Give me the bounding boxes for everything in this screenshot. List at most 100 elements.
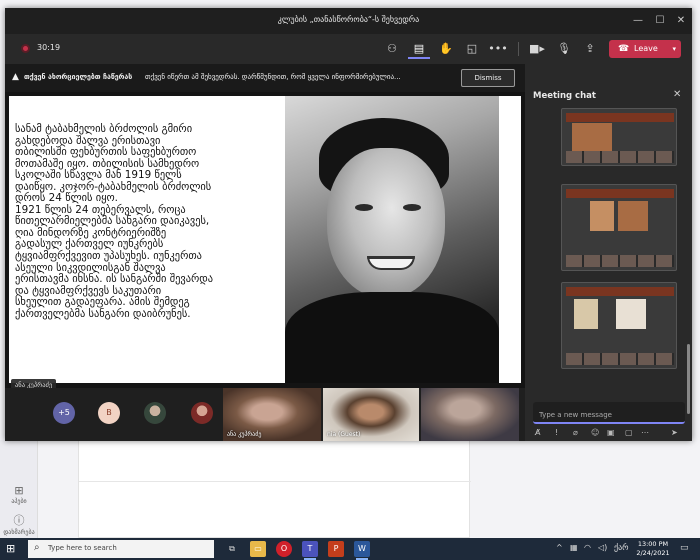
presentation-slide: სანამ ტაბახმელის ბრძოლის გმირი გახდებოდა … xyxy=(9,96,521,383)
video-tile[interactable]: nia (Guest) xyxy=(323,388,419,441)
slide-text-line: სკოლაში სწავლა მან 1919 წელს xyxy=(15,169,182,182)
chevron-down-icon[interactable]: ▾ xyxy=(672,40,676,58)
chat-scrollbar[interactable] xyxy=(687,344,690,414)
thumb-picture xyxy=(618,201,648,231)
participants-button[interactable]: ⚇ xyxy=(381,39,403,59)
teams-icon[interactable]: T xyxy=(302,541,318,560)
minimize-button[interactable]: — xyxy=(627,12,649,30)
help-icon: ⓘ xyxy=(13,514,25,527)
video-tile[interactable] xyxy=(421,388,519,441)
phone-hangup-icon: ☎ xyxy=(618,44,630,54)
more-participants-avatar[interactable]: +5 xyxy=(53,402,75,424)
thumb-header xyxy=(566,189,674,198)
thumb-picture xyxy=(616,299,646,329)
send-icon[interactable]: ➤ xyxy=(671,428,678,437)
photo-eye-right xyxy=(403,204,421,211)
chat-message-field[interactable] xyxy=(533,402,685,425)
chat-image-message[interactable]: ↩ xyxy=(561,282,677,369)
raise-hand-icon: ✋ xyxy=(439,42,453,55)
apps-label: აპები xyxy=(11,498,27,505)
meeting-timer: 30:19 xyxy=(37,43,61,52)
thumb-strip xyxy=(566,255,674,267)
sticker-icon[interactable]: ▢ xyxy=(625,428,633,437)
thumb-picture xyxy=(574,299,598,329)
chat-icon: ▤ xyxy=(413,42,425,55)
system-clock[interactable]: 13:00 PM 2/24/2021 xyxy=(632,540,674,558)
background-document xyxy=(78,440,471,538)
language-indicator[interactable]: ქარ xyxy=(614,543,629,552)
opera-icon[interactable]: O xyxy=(276,541,292,557)
recording-notice: ▲ თქვენ ახორციელებთ ჩაწერას თქვენ იწერთ … xyxy=(5,64,525,92)
task-view-icon[interactable]: ⧉ xyxy=(224,541,240,557)
attach-icon[interactable]: ⌀ xyxy=(573,428,578,437)
chat-tools: A̸ ! ⌀ ☺ ▣ ▢ ⋯ ➤ xyxy=(533,428,685,440)
windows-start-icon[interactable]: ⊞ xyxy=(6,543,18,555)
warning-icon: ▲ xyxy=(12,72,19,82)
video-tile[interactable]: ანა კუპრაძე xyxy=(223,388,321,441)
help-label: დახმარება xyxy=(3,529,35,536)
title-bar: კლუბის „თანასწორობა“-ს შეხვედრა — ☐ ✕ xyxy=(5,8,692,34)
powerpoint-icon[interactable]: P xyxy=(328,541,344,557)
chat-image-message[interactable]: ↩ xyxy=(561,184,677,271)
window-title: კლუბის „თანასწორობა“-ს შეხვედრა xyxy=(277,15,420,24)
file-explorer-icon[interactable]: ▭ xyxy=(250,541,266,557)
maximize-button[interactable]: ☐ xyxy=(649,12,671,30)
important-icon[interactable]: ! xyxy=(555,428,558,437)
chat-input[interactable] xyxy=(533,405,685,425)
meeting-chat-panel: Meeting chat ✕ ↩ ↩ xyxy=(525,64,692,441)
more-button[interactable]: ••• xyxy=(487,39,509,59)
notice-title: თქვენ ახორციელებთ ჩაწერას xyxy=(24,73,133,81)
gif-icon[interactable]: ▣ xyxy=(607,428,615,437)
search-icon: ⌕ xyxy=(34,542,40,553)
slide-text-line: სანამ ტაბახმელის ბრძოლის გმირი xyxy=(15,123,193,135)
leave-button[interactable]: ☎ Leave ▾ xyxy=(609,40,681,58)
slide-text-line: თბილისში ფეხბურთის საფეხბურთო xyxy=(15,146,197,159)
app-rail: ⊞ აპები ⓘ დახმარება xyxy=(0,440,38,538)
notification-icon[interactable]: ▭ xyxy=(680,543,689,553)
share-button[interactable]: ⇪ xyxy=(579,39,601,59)
chat-button[interactable]: ▤ xyxy=(408,39,430,59)
help-rail-item[interactable]: ⓘ დახმარება xyxy=(0,512,38,536)
screen: ⊞ აპები ⓘ დახმარება კლუბის „თანასწორობა“… xyxy=(0,0,700,560)
slide-text-line: ერისთავმა იხსნა. ის სანგარში შევარდა xyxy=(15,273,214,286)
apps-icon: ⊞ xyxy=(14,484,24,497)
participant-avatar-b[interactable]: B xyxy=(98,402,120,424)
photo-eye-left xyxy=(355,204,373,211)
windows-taskbar: ⊞ ⌕ Type here to search ⧉ ▭ O T P W ^ ▦ … xyxy=(0,538,700,560)
thumb-strip xyxy=(566,151,674,163)
tile-name: nia (Guest) xyxy=(327,431,361,438)
wifi-icon[interactable]: ◠ xyxy=(584,543,591,552)
participant-avatar-photo[interactable] xyxy=(144,402,166,424)
photo-smile xyxy=(367,256,415,270)
mic-button[interactable]: 🎙 xyxy=(553,39,575,59)
network-icon[interactable]: ▦ xyxy=(570,543,578,552)
shared-screen: სანამ ტაბახმელის ბრძოლის გმირი გახდებოდა … xyxy=(5,92,525,392)
rooms-button[interactable]: ◱ xyxy=(461,39,483,59)
taskbar-search-text: Type here to search xyxy=(48,544,117,552)
apps-rail-item[interactable]: ⊞ აპები xyxy=(0,484,38,505)
meeting-window: კლუბის „თანასწორობა“-ს შეხვედრა — ☐ ✕ 30… xyxy=(5,8,692,441)
tray-chevron-icon[interactable]: ^ xyxy=(556,543,563,552)
word-icon[interactable]: W xyxy=(354,541,370,560)
clock-date: 2/24/2021 xyxy=(636,549,670,557)
camera-button[interactable]: ■▸ xyxy=(526,39,548,59)
emoji-icon[interactable]: ☺ xyxy=(591,428,599,437)
notice-message: თქვენ იწერთ ამ შეხვედრას. დარწმუნდით, რო… xyxy=(145,73,401,81)
format-icon[interactable]: A̸ xyxy=(535,428,540,437)
divider xyxy=(79,481,471,482)
raise-hand-button[interactable]: ✋ xyxy=(435,39,457,59)
participant-avatar-photo[interactable] xyxy=(191,402,213,424)
more-icon: ••• xyxy=(488,42,508,55)
camera-icon: ■▸ xyxy=(529,42,545,55)
thumb-picture xyxy=(572,123,612,151)
dismiss-button[interactable]: Dismiss xyxy=(461,69,515,87)
chat-close-icon[interactable]: ✕ xyxy=(673,89,681,100)
more-options-icon[interactable]: ⋯ xyxy=(641,428,649,437)
thumb-header xyxy=(566,113,674,122)
close-button[interactable]: ✕ xyxy=(670,12,692,30)
chat-image-message[interactable] xyxy=(561,108,677,166)
slide-text-line: ტყვიამფრქვევით უპასუხეს. იუნკერთა xyxy=(15,250,202,263)
volume-icon[interactable]: ◁) xyxy=(598,543,607,552)
taskbar-search[interactable]: ⌕ Type here to search xyxy=(28,540,214,558)
thumb-picture xyxy=(590,201,614,231)
